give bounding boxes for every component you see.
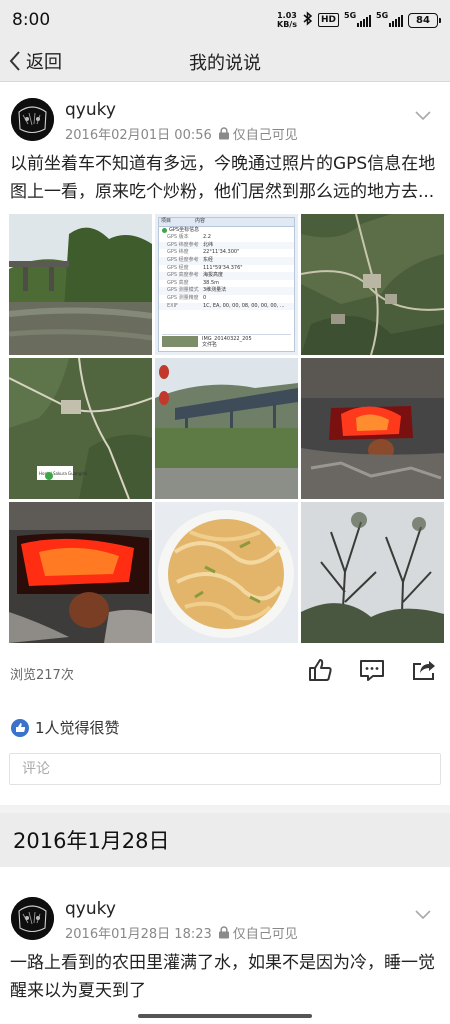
lock-icon (218, 127, 229, 140)
photo-pavilion[interactable] (155, 358, 298, 499)
avatar[interactable] (11, 897, 54, 940)
photo-grid: 项目 内容 GPS坐标信息 GPS 版本 2.2 GPS 纬度参考 北纬 GPS 纬度 2… (9, 214, 444, 643)
photo-stove-closeup[interactable] (9, 502, 152, 643)
status-icons: 1.03 KB/s HD 5G 5G 84 (277, 11, 441, 29)
section-divider (0, 805, 450, 813)
comment-icon (360, 660, 384, 681)
gps-table: GPS 版本 2.2 GPS 纬度参考 北纬 GPS 纬度 22°11'34.300" GP… (159, 234, 294, 311)
photo-map-marker[interactable]: Hostel Sakura Guangchi (9, 358, 152, 499)
post-text: 一路上看到的农田里灌满了水，如果不是因为冷，睡一觉醒来以为夏天到了 (10, 953, 435, 1001)
photo-river-bridge[interactable] (9, 214, 152, 355)
post-meta: 2016年02月01日 00:56 仅自己可见 (65, 124, 298, 143)
gps-row: GPS 测量精度 0 (159, 294, 294, 303)
username[interactable]: qyuky (65, 899, 116, 919)
username[interactable]: qyuky (65, 100, 116, 120)
share-icon (413, 661, 435, 680)
avatar[interactable] (11, 98, 54, 141)
chevron-down-icon (415, 111, 431, 121)
like-button[interactable] (307, 657, 333, 687)
like-badge-icon (11, 718, 29, 737)
thumbs-up-icon (309, 659, 332, 681)
status-bar: 8:00 1.03 KB/s HD 5G 5G 84 (0, 0, 450, 40)
likes-summary[interactable]: 1人觉得很赞 (9, 717, 441, 738)
post-datetime: 2016年02月01日 00:56 (65, 128, 212, 143)
photo-satellite-map[interactable] (301, 214, 444, 355)
post-header: qyuky 2016年02月01日 00:56 仅自己可见 (9, 90, 441, 146)
privacy-status: 仅自己可见 (218, 923, 298, 942)
signal-icon: 5G (344, 11, 371, 27)
chevron-down-icon (415, 910, 431, 920)
photo-stove-fire[interactable] (301, 358, 444, 499)
gps-row: GPS 版本 2.2 (159, 234, 294, 242)
gps-row: GPS 经度参考 东经 (159, 256, 294, 265)
post-stats-bar: 浏览217次 (9, 655, 441, 701)
post-menu-button[interactable] (415, 905, 431, 924)
battery-icon: 84 (408, 12, 441, 28)
post-actions (307, 657, 437, 687)
gps-row: GPS 测量模式 3维测量法 (159, 287, 294, 295)
photo-bare-trees[interactable] (301, 502, 444, 643)
page-title: 我的说说 (189, 53, 261, 74)
gps-row: GPS 纬度 22°11'34.300" (159, 249, 294, 257)
clock: 8:00 (12, 10, 51, 30)
signal-icon-2: 5G (376, 11, 403, 27)
post-datetime: 2016年01月28日 18:23 (65, 927, 212, 942)
photo-gps-info[interactable]: 项目 内容 GPS坐标信息 GPS 版本 2.2 GPS 纬度参考 北纬 GPS 纬度 2… (155, 214, 298, 355)
post-menu-button[interactable] (415, 106, 431, 125)
gps-row: EXIF 1C, EA, 00, 00, 08, 00, 00, 00, ... (159, 302, 294, 311)
hd-voice-icon: HD (317, 13, 339, 27)
post-meta: 2016年01月28日 18:23 仅自己可见 (65, 923, 298, 942)
home-indicator[interactable] (138, 1014, 312, 1018)
privacy-status: 仅自己可见 (218, 124, 298, 143)
feed[interactable]: qyuky 2016年02月01日 00:56 仅自己可见 以前坐着车不知道有多… (0, 90, 450, 1024)
lock-icon (218, 926, 229, 939)
view-count: 浏览217次 (10, 668, 74, 683)
gps-row: GPS 高度参考 海拔高度 (159, 272, 294, 280)
network-speed: 1.03 KB/s (277, 11, 297, 29)
post-text: 以前坐着车不知道有多远，今晚通过照片的GPS信息在地图上一看，原来吃个炒粉，他们… (10, 154, 436, 202)
photo-fried-noodles[interactable] (155, 502, 298, 643)
comment-input[interactable]: 评论 (9, 753, 441, 785)
nav-bar: 返回 我的说说 (0, 40, 450, 82)
bluetooth-icon (302, 11, 313, 29)
comment-button[interactable] (359, 657, 385, 687)
post-card: qyuky 2016年02月01日 00:56 仅自己可见 以前坐着车不知道有多… (0, 90, 450, 785)
likes-text: 1人觉得很赞 (35, 719, 120, 737)
date-section-header: 2016年1月28日 (0, 813, 450, 867)
share-button[interactable] (411, 657, 437, 687)
post-card: qyuky 2016年01月28日 18:23 仅自己可见 一路上看到的农田里灌… (0, 889, 450, 1005)
post-header: qyuky 2016年01月28日 18:23 仅自己可见 (9, 889, 441, 945)
